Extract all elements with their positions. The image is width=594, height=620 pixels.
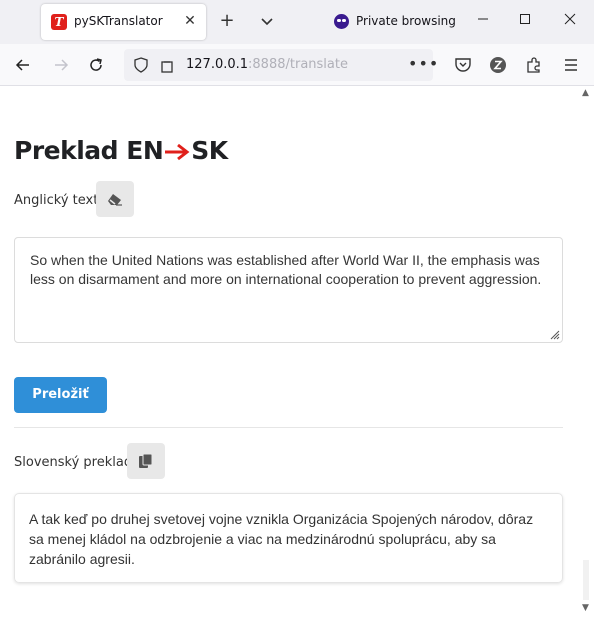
page-info-icon[interactable] xyxy=(160,57,174,73)
forward-arrow-icon[interactable] xyxy=(50,54,72,76)
browser-nav-bar: 127.0.0.1:8888/translate ••• xyxy=(0,44,594,86)
slovak-text-value: A tak keď po druhej svetovej vojne vznik… xyxy=(29,511,534,567)
private-mask-icon xyxy=(334,14,349,29)
extensions-puzzle-icon[interactable] xyxy=(524,55,544,75)
tab-close-icon[interactable]: ✕ xyxy=(181,12,199,30)
scroll-thumb[interactable] xyxy=(583,560,589,600)
scroll-down-arrow-icon[interactable]: ▼ xyxy=(582,603,589,613)
section-divider xyxy=(14,427,563,428)
maximize-icon[interactable] xyxy=(516,12,534,30)
close-window-icon[interactable] xyxy=(561,12,579,30)
pocket-icon[interactable] xyxy=(453,55,473,75)
page-title: Preklad EN SK xyxy=(14,136,228,165)
slovak-translation-output: A tak keď po druhej svetovej vojne vznik… xyxy=(14,493,563,583)
url-bar[interactable]: 127.0.0.1:8888/translate ••• xyxy=(124,49,438,81)
page-scrollbar[interactable]: ▲ ▼ xyxy=(578,86,594,620)
copy-button[interactable] xyxy=(127,443,165,479)
page-content: Preklad EN SK Anglický text So when the U… xyxy=(0,86,578,620)
scroll-up-arrow-icon[interactable]: ▲ xyxy=(582,88,589,98)
eraser-icon xyxy=(108,194,122,206)
browser-tab[interactable]: T pySKTranslator ✕ xyxy=(41,4,206,40)
browser-tab-bar: T pySKTranslator ✕ + Private browsing xyxy=(0,0,594,44)
page-title-right: SK xyxy=(191,136,228,165)
arrow-right-icon xyxy=(165,143,190,161)
translate-button[interactable]: Preložiť xyxy=(14,377,107,413)
english-text-input[interactable]: So when the United Nations was establish… xyxy=(14,237,563,343)
tab-title: pySKTranslator xyxy=(74,14,163,28)
english-text-value: So when the United Nations was establish… xyxy=(30,252,542,287)
extension-z-icon[interactable] xyxy=(488,55,508,75)
private-browsing-label: Private browsing xyxy=(356,14,456,28)
more-options-icon[interactable]: ••• xyxy=(408,54,439,73)
url-host: 127.0.0.1 xyxy=(186,57,249,72)
tab-list-chevron-icon[interactable] xyxy=(258,12,276,30)
url-text[interactable]: 127.0.0.1:8888/translate xyxy=(186,57,348,72)
minimize-icon[interactable] xyxy=(474,12,492,30)
copy-icon xyxy=(139,453,153,468)
resize-handle-icon[interactable] xyxy=(548,328,560,340)
url-path: :8888/translate xyxy=(248,57,348,72)
tracking-shield-icon[interactable] xyxy=(134,57,148,73)
page-title-left: Preklad EN xyxy=(14,136,164,165)
slovak-translation-label: Slovenský preklad xyxy=(14,455,133,470)
english-text-label: Anglický text xyxy=(14,193,99,208)
new-tab-icon[interactable]: + xyxy=(218,11,236,31)
clear-button[interactable] xyxy=(96,181,134,217)
reload-icon[interactable] xyxy=(85,54,107,76)
back-arrow-icon[interactable] xyxy=(12,54,34,76)
app-favicon-icon: T xyxy=(51,14,67,30)
hamburger-menu-icon[interactable] xyxy=(561,55,581,75)
